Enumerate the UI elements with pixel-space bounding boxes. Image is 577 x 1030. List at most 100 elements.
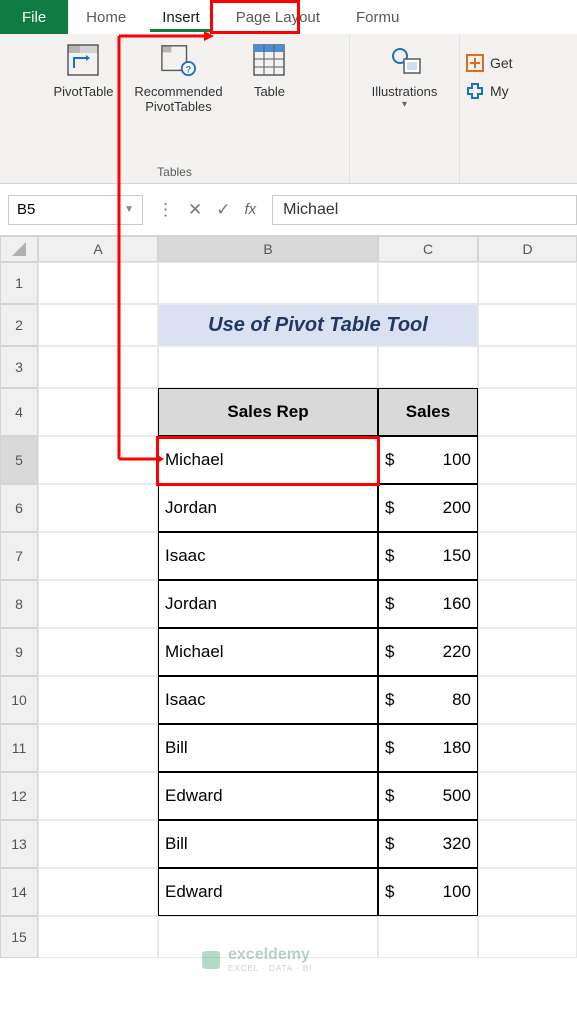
cell-B3[interactable] [158,346,378,388]
formula-dots-icon[interactable]: ⋮ [157,200,174,220]
cell-A12[interactable] [38,772,158,820]
cell-B13-rep[interactable]: Bill [158,820,378,868]
cell-C6-sales[interactable]: $200 [378,484,478,532]
watermark-sub: EXCEL · DATA · BI [228,964,312,973]
cell-D12[interactable] [478,772,577,820]
pivottable-button[interactable]: PivotTable [50,38,118,118]
name-box[interactable]: B5 ▼ [8,195,143,225]
tab-insert[interactable]: Insert [144,0,218,34]
cell-D15[interactable] [478,916,577,958]
row-header-5[interactable]: 5 [0,436,38,484]
cell-D6[interactable] [478,484,577,532]
cell-B1[interactable] [158,262,378,304]
row-header-3[interactable]: 3 [0,346,38,388]
cell-A4[interactable] [38,388,158,436]
cell-D4[interactable] [478,388,577,436]
row-header-2[interactable]: 2 [0,304,38,346]
row-header-1[interactable]: 1 [0,262,38,304]
cell-B11-rep[interactable]: Bill [158,724,378,772]
tab-formulas[interactable]: Formu [338,0,417,34]
illustrations-icon [387,42,423,78]
cell-D13[interactable] [478,820,577,868]
cell-B9-rep[interactable]: Michael [158,628,378,676]
cell-A8[interactable] [38,580,158,628]
cell-C10-sales[interactable]: $80 [378,676,478,724]
col-header-B[interactable]: B [158,236,378,262]
my-addins-button[interactable]: My [466,82,513,100]
cell-B12-rep[interactable]: Edward [158,772,378,820]
cell-B10-rep[interactable]: Isaac [158,676,378,724]
cell-A5[interactable] [38,436,158,484]
cell-C15[interactable] [378,916,478,958]
formula-input[interactable]: Michael [272,195,577,225]
cell-A2[interactable] [38,304,158,346]
row-header-11[interactable]: 11 [0,724,38,772]
cell-C12-sales[interactable]: $500 [378,772,478,820]
cell-C1[interactable] [378,262,478,304]
header-sales[interactable]: Sales [378,388,478,436]
illustrations-button[interactable]: Illustrations ▾ [368,38,442,114]
cell-D8[interactable] [478,580,577,628]
cell-D5[interactable] [478,436,577,484]
cell-A11[interactable] [38,724,158,772]
title-banner[interactable]: Use of Pivot Table Tool [158,304,478,346]
row-header-13[interactable]: 13 [0,820,38,868]
my-addins-label: My [490,83,509,99]
recommended-pivottables-icon: ? [160,42,196,78]
fx-icon[interactable]: fx [245,201,257,218]
row-header-9[interactable]: 9 [0,628,38,676]
cell-A7[interactable] [38,532,158,580]
cell-D7[interactable] [478,532,577,580]
recommended-pivottables-button[interactable]: ? Recommended PivotTables [123,38,233,118]
cell-A13[interactable] [38,820,158,868]
tab-home[interactable]: Home [68,0,144,34]
cell-D1[interactable] [478,262,577,304]
row-header-12[interactable]: 12 [0,772,38,820]
row-header-6[interactable]: 6 [0,484,38,532]
col-header-A[interactable]: A [38,236,158,262]
cell-C8-sales[interactable]: $160 [378,580,478,628]
cell-B7-rep[interactable]: Isaac [158,532,378,580]
cell-A1[interactable] [38,262,158,304]
cell-D11[interactable] [478,724,577,772]
cell-C3[interactable] [378,346,478,388]
cell-A9[interactable] [38,628,158,676]
cell-B8-rep[interactable]: Jordan [158,580,378,628]
cell-C11-sales[interactable]: $180 [378,724,478,772]
cell-C14-sales[interactable]: $100 [378,868,478,916]
row-header-10[interactable]: 10 [0,676,38,724]
cell-A6[interactable] [38,484,158,532]
row-header-8[interactable]: 8 [0,580,38,628]
cell-B6-rep[interactable]: Jordan [158,484,378,532]
cell-D10[interactable] [478,676,577,724]
cell-A10[interactable] [38,676,158,724]
select-all-triangle[interactable] [0,236,38,262]
table-button[interactable]: Table [239,38,299,118]
cell-D3[interactable] [478,346,577,388]
get-addins-button[interactable]: Get [466,54,513,72]
cell-C9-sales[interactable]: $220 [378,628,478,676]
cell-C7-sales[interactable]: $150 [378,532,478,580]
col-header-D[interactable]: D [478,236,577,262]
cell-D9[interactable] [478,628,577,676]
cell-C13-sales[interactable]: $320 [378,820,478,868]
cell-A15[interactable] [38,916,158,958]
header-sales-rep[interactable]: Sales Rep [158,388,378,436]
col-header-C[interactable]: C [378,236,478,262]
row-header-14[interactable]: 14 [0,868,38,916]
tab-page-layout[interactable]: Page Layout [218,0,338,34]
row-header-7[interactable]: 7 [0,532,38,580]
cell-B5-rep[interactable]: Michael [158,436,378,484]
row-header-4[interactable]: 4 [0,388,38,436]
get-addins-icon [466,54,484,72]
row-header-15[interactable]: 15 [0,916,38,958]
cell-B14-rep[interactable]: Edward [158,868,378,916]
formula-cancel-button[interactable]: ✕ [188,200,202,220]
cell-D2[interactable] [478,304,577,346]
formula-enter-button[interactable]: ✓ [216,200,230,220]
cell-C5-sales[interactable]: $100 [378,436,478,484]
cell-D14[interactable] [478,868,577,916]
tab-file[interactable]: File [0,0,68,34]
cell-A14[interactable] [38,868,158,916]
cell-A3[interactable] [38,346,158,388]
